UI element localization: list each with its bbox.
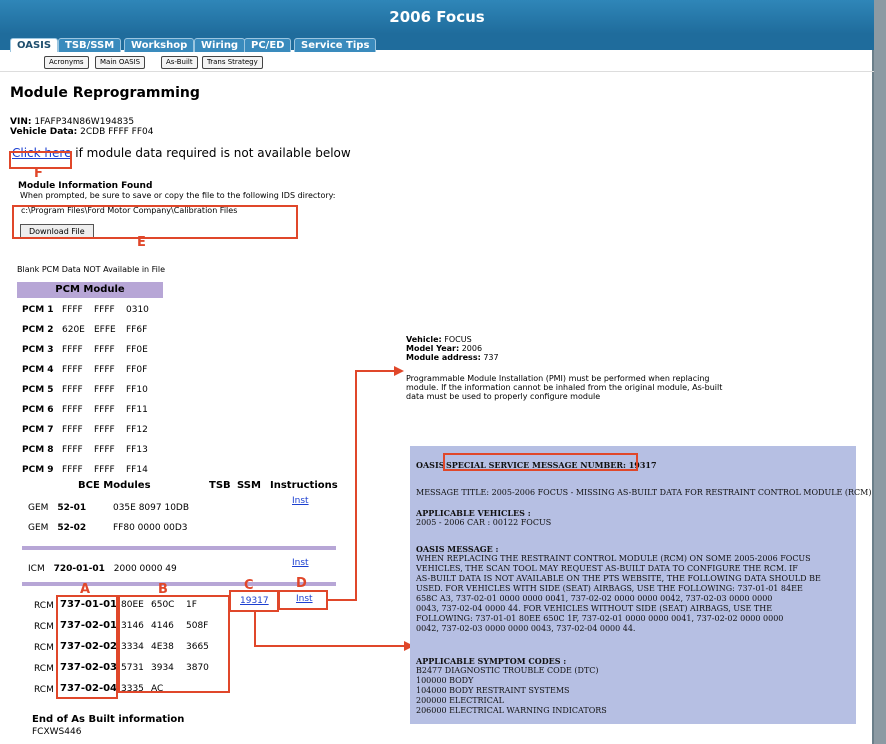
vehicle-label: Vehicle: bbox=[406, 335, 442, 344]
oasis-message-line: USED. FOR VEHICLES WITH SIDE (SEAT) AIRB… bbox=[416, 584, 803, 593]
vehicle-value: FOCUS bbox=[444, 335, 472, 344]
oasis-message-line: AS-BUILT DATA IS NOT AVAILABLE ON THE PT… bbox=[416, 574, 821, 583]
module-address-label: Module address: bbox=[406, 353, 481, 362]
oasis-message-body: WHEN REPLACING THE RESTRAINT CONTROL MOD… bbox=[416, 554, 821, 634]
oasis-message-line: 658C A3, 737-02-01 0000 0000 0041, 737-0… bbox=[416, 594, 773, 603]
callout-box-ssm-number bbox=[443, 453, 638, 471]
model-year-label: Model Year: bbox=[406, 344, 460, 353]
arrow-d-to-vehicle bbox=[328, 370, 396, 601]
oasis-message-line: VEHICLES, THE SCAN TOOL MAY REQUEST AS-B… bbox=[416, 564, 798, 573]
oasis-message-line: 0043, 737-02-04 0000 44. FOR VEHICLES WI… bbox=[416, 604, 773, 613]
oasis-message-heading: OASIS MESSAGE : bbox=[416, 544, 499, 554]
app-window: 2006 Focus OASIS TSB/SSM Workshop Wiring… bbox=[0, 0, 874, 744]
pmi-line-1: Programmable Module Installation (PMI) m… bbox=[406, 374, 710, 383]
symptom-code: 100000 BODY bbox=[416, 676, 474, 685]
symptom-code: 206000 ELECTRICAL WARNING INDICATORS bbox=[416, 706, 607, 715]
symptom-code: 200000 ELECTRICAL bbox=[416, 696, 504, 705]
vehicle-info: Vehicle: FOCUS Model Year: 2006 Module a… bbox=[406, 335, 722, 401]
ssm-title: MESSAGE TITLE: 2005-2006 FOCUS - MISSING… bbox=[416, 488, 872, 497]
oasis-message-line: FOLLOWING: 737-01-01 80EE 650C 1F, 737-0… bbox=[416, 614, 784, 623]
model-year-value: 2006 bbox=[461, 344, 483, 353]
applicable-vehicles-heading: APPLICABLE VEHICLES : bbox=[416, 508, 531, 518]
pmi-line-2: module. If the information cannot be inh… bbox=[406, 383, 723, 392]
applicable-vehicles-line: 2005 - 2006 CAR : 00122 FOCUS bbox=[416, 518, 552, 527]
arrow-c-to-ssm bbox=[254, 612, 406, 647]
special-service-message-panel: OASIS SPECIAL SERVICE MESSAGE NUMBER: 19… bbox=[410, 446, 871, 724]
module-address-value: 737 bbox=[483, 353, 499, 362]
oasis-message-line: 0042, 737-02-03 0000 0000 0043, 737-02-0… bbox=[416, 624, 636, 633]
oasis-message-line: WHEN REPLACING THE RESTRAINT CONTROL MOD… bbox=[416, 554, 811, 563]
ssm-oasis-label: OASIS bbox=[416, 460, 445, 470]
symptom-codes-list: B2477 DIAGNOSTIC TROUBLE CODE (DTC) 10000… bbox=[416, 666, 607, 716]
symptom-code: 104000 BODY RESTRAINT SYSTEMS bbox=[416, 686, 570, 695]
arrowhead-vehicle bbox=[394, 366, 404, 376]
pmi-line-3: data must be used to properly configure … bbox=[406, 392, 601, 401]
symptom-codes-heading: APPLICABLE SYMPTOM CODES : bbox=[416, 656, 567, 666]
symptom-code: B2477 DIAGNOSTIC TROUBLE CODE (DTC) bbox=[416, 666, 599, 675]
